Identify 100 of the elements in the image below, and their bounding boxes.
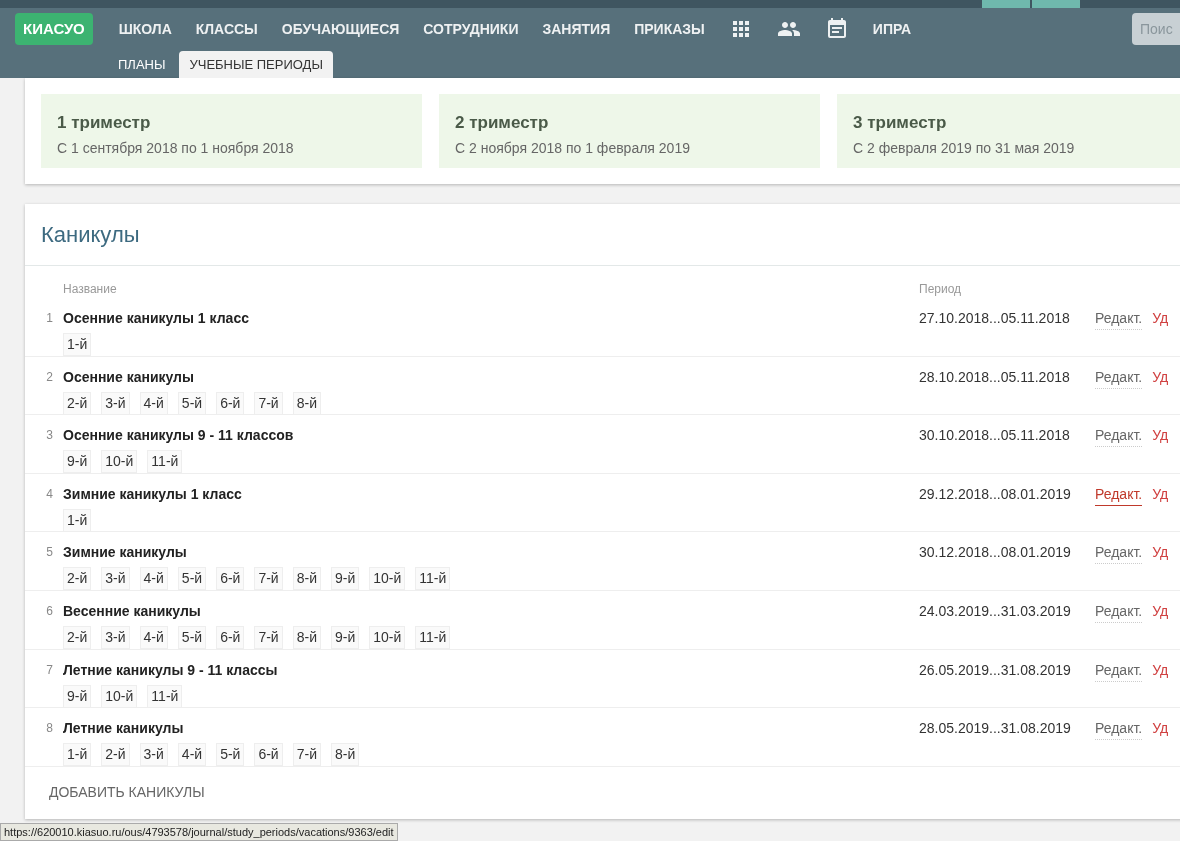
period-title: 2 триместр: [455, 112, 550, 134]
grade-tag: 2-й: [101, 743, 130, 767]
vacation-name: Зимние каникулы: [63, 543, 188, 563]
grade-tag: 1-й: [63, 508, 92, 532]
grade-tag: 3-й: [101, 391, 130, 415]
delete-link[interactable]: Уд: [1152, 366, 1169, 388]
add-vacation-button[interactable]: ДОБАВИТЬ КАНИКУЛЫ: [49, 782, 205, 804]
edit-link[interactable]: Редакт.: [1095, 600, 1143, 623]
period-dates: С 1 сентября 2018 по 1 ноября 2018: [57, 138, 295, 158]
row-number: 7: [45, 661, 54, 679]
edit-link[interactable]: Редакт.: [1095, 308, 1143, 330]
grade-tag: 2-й: [63, 567, 92, 591]
nav-link[interactable]: ПРИКАЗЫ: [622, 18, 717, 40]
row-number: 6: [45, 602, 54, 620]
delete-link[interactable]: Уд: [1152, 308, 1169, 329]
edit-link[interactable]: Редакт.: [1095, 366, 1143, 389]
vacation-name: Летние каникулы 9 - 11 классы: [63, 660, 279, 680]
vacation-name: Осенние каникулы: [63, 367, 195, 387]
delete-link[interactable]: Уд: [1152, 425, 1169, 447]
grade-tag: 5-й: [177, 625, 207, 649]
nav-link[interactable]: ИПРА: [860, 18, 924, 40]
edit-link[interactable]: Редакт.: [1095, 718, 1143, 741]
grade-tag: 9-й: [63, 450, 92, 474]
sub-tab[interactable]: ПЛАНЫ: [110, 51, 174, 78]
delete-link[interactable]: Уд: [1152, 483, 1169, 505]
section-title: Каникулы: [41, 221, 140, 249]
grade-tag: 5-й: [177, 391, 207, 415]
edit-link[interactable]: Редакт.: [1095, 659, 1143, 682]
nav-link[interactable]: СОТРУДНИКИ: [411, 18, 531, 40]
grade-tag: 6-й: [216, 625, 245, 649]
grade-tag: 2-й: [63, 625, 92, 649]
delete-link[interactable]: Уд: [1152, 659, 1169, 681]
delete-link[interactable]: Уд: [1152, 542, 1169, 564]
delete-link[interactable]: Уд: [1152, 718, 1169, 740]
sub-tab[interactable]: УЧЕБНЫЕ ПЕРИОДЫ: [179, 51, 333, 78]
edit-link[interactable]: Редакт.: [1095, 425, 1143, 448]
grade-tag: 7-й: [254, 391, 283, 415]
logo[interactable]: КИАСУО: [15, 12, 93, 46]
grade-tag: 4-й: [139, 567, 168, 591]
grade-tag: 4-й: [139, 625, 168, 649]
top-strip-segment: [1032, 0, 1080, 8]
grade-tag: 5-й: [216, 743, 245, 767]
period-cell-text: 29.12.2018...08.01.2019: [919, 484, 1072, 504]
status-url: https://620010.kiasuo.ru/ous/4793578/journal/study_periods/vacations/9363/edit: [0, 822, 398, 841]
nav-link[interactable]: ОБУЧАЮЩИЕСЯ: [269, 18, 412, 40]
grade-tag: 8-й: [292, 567, 321, 591]
grade-tag: 5-й: [177, 567, 207, 591]
top-strip-segment: [982, 0, 1030, 8]
grade-tag: 11-й: [415, 567, 451, 591]
period-cell-text: 30.12.2018...08.01.2019: [919, 543, 1072, 563]
grade-tag: 8-й: [330, 743, 360, 767]
grade-tag: 9-й: [330, 625, 360, 649]
grade-tag: 10-й: [369, 567, 406, 591]
vacation-name: Летние каникулы: [63, 719, 185, 739]
vacation-name: Зимние каникулы 1 класс: [63, 484, 243, 504]
row-number: 5: [45, 544, 54, 562]
period-cell-text: 30.10.2018...05.11.2018: [919, 426, 1071, 446]
grade-tag: 6-й: [216, 567, 245, 591]
grade-tag: 3-й: [101, 567, 130, 591]
nav-link[interactable]: КЛАССЫ: [183, 18, 270, 40]
grade-tag: 4-й: [139, 391, 168, 415]
vacation-name: Осенние каникулы 1 класс: [63, 309, 250, 328]
grade-tag: 10-й: [101, 450, 138, 474]
row-number: 3: [45, 427, 54, 445]
grade-tag: 7-й: [292, 743, 321, 767]
grade-tag: 10-й: [101, 684, 138, 708]
column-header: Период: [919, 281, 962, 298]
period-cell-text: 24.03.2019...31.03.2019: [919, 601, 1072, 621]
grade-tag: 11-й: [147, 684, 183, 708]
search-field[interactable]: Поис: [1132, 13, 1180, 45]
grade-tag: 6-й: [254, 743, 283, 767]
grade-tag: 1-й: [63, 743, 92, 767]
edit-link[interactable]: Редакт.: [1095, 483, 1143, 506]
grade-tag: 2-й: [63, 391, 92, 415]
period-cell-text: 27.10.2018...05.11.2018: [919, 309, 1071, 328]
grade-tag: 7-й: [254, 625, 283, 649]
period-title: 3 триместр: [853, 112, 948, 134]
row-number: 4: [45, 485, 54, 503]
nav-link[interactable]: ШКОЛА: [106, 18, 184, 40]
vacation-name: Весенние каникулы: [63, 601, 202, 621]
delete-link[interactable]: Уд: [1152, 600, 1169, 622]
vacation-name: Осенние каникулы 9 - 11 классов: [63, 426, 295, 446]
grade-tag: 8-й: [292, 391, 321, 415]
grade-tag: 8-й: [292, 625, 321, 649]
period-cell-text: 28.05.2019...31.08.2019: [919, 719, 1072, 739]
column-header: Название: [63, 281, 118, 298]
grade-tag: 7-й: [254, 567, 283, 591]
period-dates: С 2 февраля 2019 по 31 мая 2019: [853, 138, 1076, 158]
row-number: 8: [45, 720, 54, 738]
grade-tag: 11-й: [147, 450, 183, 474]
nav-link[interactable]: ЗАНЯТИЯ: [530, 18, 623, 40]
grade-tag: 3-й: [139, 743, 168, 767]
grade-tag: 9-й: [63, 684, 92, 708]
grade-tag: 9-й: [330, 567, 360, 591]
grade-tag: 6-й: [216, 391, 245, 415]
grade-tag: 11-й: [415, 625, 451, 649]
row-number: 1: [45, 310, 54, 327]
row-number: 2: [45, 368, 54, 386]
edit-link[interactable]: Редакт.: [1095, 542, 1143, 565]
period-cell-text: 28.10.2018...05.11.2018: [919, 367, 1071, 387]
